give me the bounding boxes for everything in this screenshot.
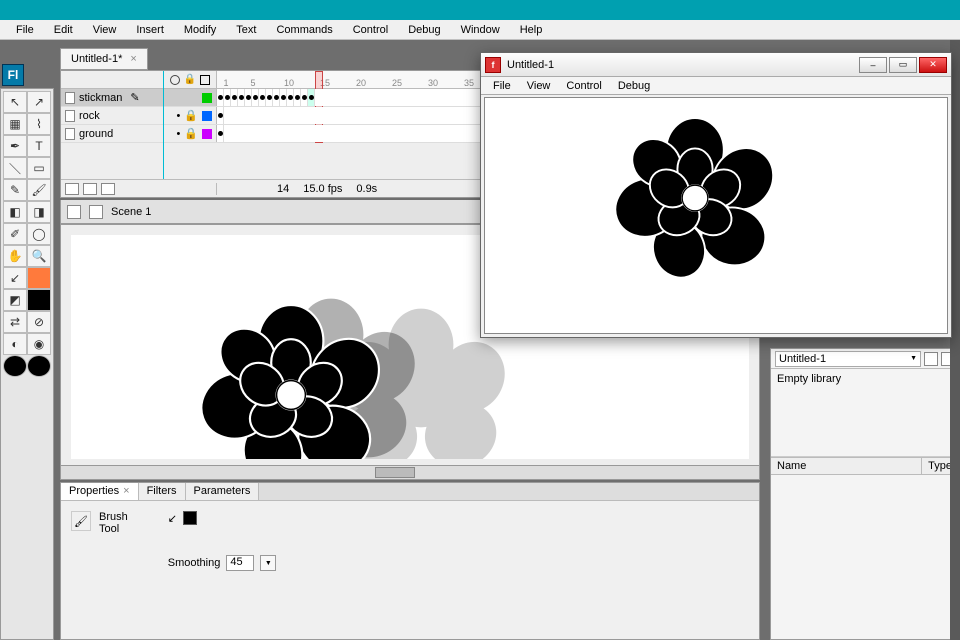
hand-tool[interactable]: ✋ (3, 245, 27, 267)
back-icon[interactable] (67, 205, 81, 219)
layer-icon (65, 110, 75, 122)
pencil-tool[interactable]: ✎ (3, 179, 27, 201)
menu-commands[interactable]: Commands (266, 22, 342, 38)
player-artwork (615, 118, 775, 278)
player-menu-view[interactable]: View (519, 79, 559, 93)
swap-colors[interactable]: ⇄ (3, 311, 27, 333)
document-tab[interactable]: Untitled-1* × (60, 48, 148, 70)
player-menu-control[interactable]: Control (558, 79, 609, 93)
layer-color-chip[interactable] (202, 129, 212, 139)
stage-hscrollbar[interactable] (61, 465, 759, 479)
brush-icon: 🖌 (71, 511, 91, 531)
player-menu-bar: File View Control Debug (481, 77, 951, 95)
free-transform-tool[interactable]: ▦ (3, 113, 27, 135)
fill-hint-icon: ↙ (168, 512, 177, 525)
app-logo: Fl (2, 64, 24, 86)
brush-tool[interactable]: 🖌 (27, 179, 51, 201)
current-frame: 14 (277, 183, 289, 195)
line-tool[interactable]: ＼ (3, 157, 27, 179)
zoom-tool[interactable]: 🔍 (27, 245, 51, 267)
scene-label: Scene 1 (111, 206, 151, 218)
paint-bucket-tool[interactable]: ◨ (27, 201, 51, 223)
smoothing-input[interactable]: 45 (226, 555, 254, 571)
selection-tool[interactable]: ↖ (3, 91, 27, 113)
eye-icon[interactable] (170, 75, 180, 85)
flash-player-icon: f (485, 57, 501, 73)
layer-stickman[interactable]: stickman ✎ (61, 89, 217, 106)
main-menu-bar: File Edit View Insert Modify Text Comman… (0, 20, 960, 40)
subselect-tool[interactable]: ↗ (27, 91, 51, 113)
new-folder-button[interactable] (83, 183, 97, 195)
menu-insert[interactable]: Insert (126, 22, 174, 38)
menu-window[interactable]: Window (451, 22, 510, 38)
minimize-button[interactable]: – (859, 57, 887, 73)
layer-ground[interactable]: ground •🔒 (61, 125, 217, 142)
menu-text[interactable]: Text (226, 22, 266, 38)
fill-swatch[interactable]: ◩ (3, 289, 27, 311)
lasso-tool[interactable]: ⌇ (27, 113, 51, 135)
menu-control[interactable]: Control (343, 22, 398, 38)
scene-icon[interactable] (89, 205, 103, 219)
menu-debug[interactable]: Debug (398, 22, 450, 38)
stroke-color-swatch[interactable] (27, 267, 51, 289)
fill-color-swatch[interactable] (27, 289, 51, 311)
smoothing-dropdown[interactable]: ▼ (260, 555, 276, 571)
ink-bottle-tool[interactable]: ◧ (3, 201, 27, 223)
stage-artwork[interactable] (201, 305, 381, 459)
parameters-tab[interactable]: Parameters (186, 483, 260, 500)
player-menu-file[interactable]: File (485, 79, 519, 93)
player-titlebar[interactable]: f Untitled-1 – ▭ ✕ (481, 53, 951, 77)
properties-tab[interactable]: Properties× (61, 483, 139, 500)
library-preview: Empty library (771, 369, 959, 457)
library-col-name[interactable]: Name (771, 458, 922, 474)
menu-view[interactable]: View (83, 22, 127, 38)
layer-color-chip[interactable] (202, 111, 212, 121)
text-tool[interactable]: T (27, 135, 51, 157)
menu-modify[interactable]: Modify (174, 22, 226, 38)
close-button[interactable]: ✕ (919, 57, 947, 73)
lock-icon[interactable]: 🔒 (184, 74, 196, 85)
brush-shape[interactable] (27, 355, 51, 377)
eraser-tool[interactable]: ◯ (27, 223, 51, 245)
layer-icon (65, 128, 75, 140)
pen-tool[interactable]: ✒ (3, 135, 27, 157)
option-snap[interactable]: ◐ (3, 333, 27, 355)
filters-tab[interactable]: Filters (139, 483, 186, 500)
close-tab-icon[interactable]: × (130, 53, 136, 65)
player-window: f Untitled-1 – ▭ ✕ File View Control Deb… (480, 52, 952, 338)
layer-icon (65, 92, 75, 104)
menu-help[interactable]: Help (510, 22, 553, 38)
player-menu-debug[interactable]: Debug (610, 79, 658, 93)
maximize-button[interactable]: ▭ (889, 57, 917, 73)
tool-name: Brush (99, 511, 128, 523)
player-stage (484, 97, 948, 334)
library-document-select[interactable]: Untitled-1▼ (775, 351, 921, 367)
properties-panel: Properties× Filters Parameters 🖌 Brush T… (60, 482, 760, 640)
elapsed-time: 0.9s (356, 183, 377, 195)
menu-file[interactable]: File (6, 22, 44, 38)
no-color[interactable]: ⊘ (27, 311, 51, 333)
brush-size[interactable] (3, 355, 27, 377)
stroke-swatch[interactable]: ↙ (3, 267, 27, 289)
rectangle-tool[interactable]: ▭ (27, 157, 51, 179)
new-layer-button[interactable] (65, 183, 79, 195)
smoothing-label: Smoothing (168, 557, 221, 569)
tools-panel: ↖↗ ▦⌇ ✒T ＼▭ ✎🖌 ◧◨ ✐◯ ✋🔍 ↙ ◩ ⇄⊘ ◐◉ (0, 88, 54, 640)
option-smooth[interactable]: ◉ (27, 333, 51, 355)
document-tab-title: Untitled-1* (71, 53, 122, 65)
outline-icon[interactable] (200, 75, 210, 85)
frame-rate: 15.0 fps (303, 183, 342, 195)
layer-color-chip[interactable] (202, 93, 212, 103)
fill-color-swatch[interactable] (183, 511, 197, 525)
player-title: Untitled-1 (507, 59, 857, 71)
library-panel: Untitled-1▼ Empty library Name Type (770, 348, 960, 640)
eyedropper-tool[interactable]: ✐ (3, 223, 27, 245)
pin-library-icon[interactable] (924, 352, 938, 366)
delete-layer-button[interactable] (101, 183, 115, 195)
menu-edit[interactable]: Edit (44, 22, 83, 38)
layer-rock[interactable]: rock •🔒 (61, 107, 217, 124)
